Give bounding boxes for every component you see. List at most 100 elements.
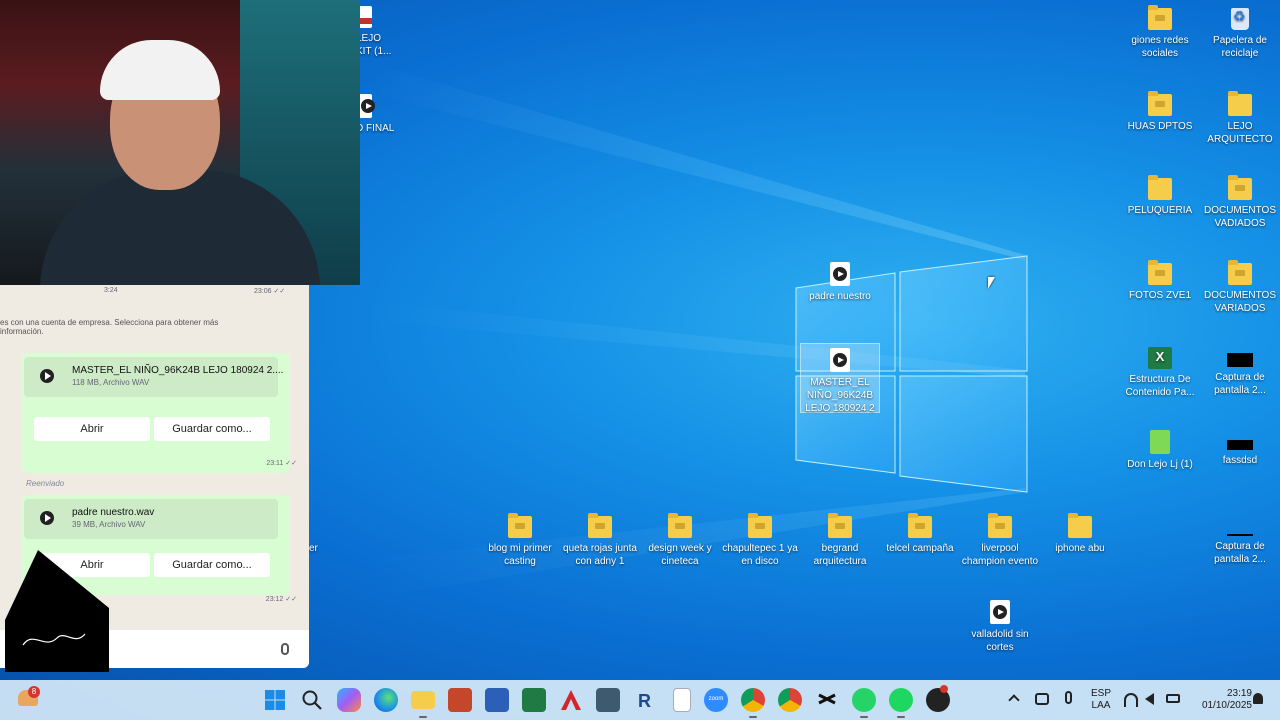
play-icon[interactable] xyxy=(40,369,54,383)
open-file-button[interactable]: Abrir xyxy=(34,417,150,441)
volume-icon[interactable] xyxy=(1145,693,1154,705)
windows-start-icon[interactable] xyxy=(263,688,287,712)
chrome-icon[interactable] xyxy=(741,688,765,712)
desktop-folder-design-week[interactable]: design week y cineteca xyxy=(640,513,720,568)
webcam-person-cap xyxy=(100,40,220,100)
clock-time: 23:19 xyxy=(1226,688,1252,699)
svg-text:R: R xyxy=(638,691,651,711)
audio-file-card[interactable]: padre nuestro.wav 39 MB, Archivo WAV xyxy=(24,499,278,539)
network-offline-icon[interactable] xyxy=(1035,693,1049,705)
play-icon[interactable] xyxy=(40,511,54,525)
desktop-file-padre-nuestro[interactable]: padre nuestro xyxy=(800,262,880,303)
desktop-folder-documentos-variados[interactable]: DOCUMENTOS VARIADOS xyxy=(1200,260,1280,315)
desktop-folder-telcel[interactable]: telcel campaña xyxy=(880,513,960,555)
active-app-indicator xyxy=(860,716,868,718)
message-bubble-file: MASTER_EL NIÑO_96K24B LEJO 180924 2.... … xyxy=(22,353,290,473)
language-code: ESP xyxy=(1090,688,1111,699)
message-time: 23:12 ✓✓ xyxy=(265,596,297,603)
desktop-folder-giones[interactable]: giones redes sociales xyxy=(1120,5,1200,60)
save-as-button[interactable]: Guardar como... xyxy=(154,417,270,441)
screenshot-file-icon xyxy=(1227,534,1253,536)
folder-icon xyxy=(1148,260,1172,285)
desktop-icon-label: HUAS DPTOS xyxy=(1127,121,1193,132)
desktop-folder-documentos-vadiados[interactable]: DOCUMENTOS VADIADOS xyxy=(1200,175,1280,230)
spotify-icon[interactable] xyxy=(889,688,913,712)
folder-icon xyxy=(828,513,852,538)
desktop-icon-label: DOCUMENTOS VADIADOS xyxy=(1203,205,1277,229)
desktop-file-captura-2[interactable]: Captura de pantalla 2... xyxy=(1200,524,1280,566)
file-explorer-icon[interactable] xyxy=(411,691,435,709)
notepad-icon[interactable] xyxy=(673,688,691,712)
audio-file-card[interactable]: MASTER_EL NIÑO_96K24B LEJO 180924 2.... … xyxy=(24,357,283,397)
capcut-icon[interactable] xyxy=(815,688,839,712)
desktop-file-master-el-nino[interactable]: MASTER_EL NIÑO_96K24B LEJO 180924 2 xyxy=(800,343,880,414)
desktop-folder-iphone-abu[interactable]: iphone abu xyxy=(1040,513,1120,555)
message-time: 23:11 ✓✓ xyxy=(266,460,297,467)
microphone-tray-icon[interactable] xyxy=(1065,691,1072,704)
screenshot-file-icon xyxy=(1227,440,1253,450)
folder-icon xyxy=(748,513,772,538)
microphone-icon[interactable] xyxy=(281,643,289,655)
desktop-folder-lejo-arquitecto[interactable]: LEJO ARQUITECTO xyxy=(1200,91,1280,146)
folder-icon xyxy=(1148,91,1172,116)
whatsapp-icon[interactable] xyxy=(852,688,876,712)
chrome-profile-icon[interactable] xyxy=(778,688,802,712)
desktop-recycle-bin[interactable]: Papelera de reciclaje xyxy=(1200,8,1280,60)
desktop-icon-label: design week y cineteca xyxy=(648,543,712,567)
zoom-label: zoom xyxy=(708,696,724,702)
clock[interactable]: 23:19 01/10/2025 xyxy=(1186,688,1252,712)
folder-icon xyxy=(1228,175,1252,200)
clock-date: 01/10/2025 xyxy=(1201,700,1252,711)
language-indicator[interactable]: ESP LAA xyxy=(1087,688,1115,712)
desktop-folder-begrand[interactable]: begrand arquitectura xyxy=(800,513,880,568)
desktop-folder-blog[interactable]: blog mi primer casting xyxy=(480,513,560,568)
notification-badge: 8 xyxy=(28,686,40,698)
excel-icon[interactable] xyxy=(522,688,546,712)
wifi-icon[interactable] xyxy=(1124,693,1138,707)
desktop-folder-queta[interactable]: queta rojas junta con adny 1 xyxy=(560,513,640,568)
folder-icon xyxy=(1228,91,1252,116)
desktop-file-estructura[interactable]: Estructura De Contenido Pa... xyxy=(1120,347,1200,399)
file-meta: 118 MB, Archivo WAV xyxy=(72,378,150,387)
sketchup-icon[interactable] xyxy=(596,688,620,712)
excel-file-icon xyxy=(1148,347,1172,369)
desktop-folder-liverpool[interactable]: liverpool champion evento xyxy=(960,513,1040,568)
desktop-icon-label: LEJO KIT (1... xyxy=(356,33,392,57)
revit-icon[interactable]: R xyxy=(633,688,657,712)
desktop-file-captura-1[interactable]: Captura de pantalla 2... xyxy=(1200,347,1280,397)
desktop-folder-huas[interactable]: HUAS DPTOS xyxy=(1120,91,1200,133)
battery-icon[interactable] xyxy=(1166,694,1180,703)
folder-icon xyxy=(1148,5,1172,30)
desktop-file-fassdsd[interactable]: fassdsd xyxy=(1200,434,1280,467)
autocad-icon[interactable] xyxy=(559,688,583,712)
desktop-icon-label: Papelera de reciclaje xyxy=(1213,35,1267,59)
desktop-icon-partial-pdf[interactable]: LEJO KIT (1... xyxy=(356,6,396,58)
chevron-up-icon[interactable] xyxy=(1008,694,1020,706)
screenshot-file-icon xyxy=(1227,353,1253,367)
business-account-notice[interactable]: es con una cuenta de empresa. Selecciona… xyxy=(0,318,260,336)
powerpoint-icon[interactable] xyxy=(448,688,472,712)
desktop-folder-chapultepec[interactable]: chapultepec 1 ya en disco xyxy=(720,513,800,568)
desktop-file-don-lejo[interactable]: Don Lejo Lj (1) xyxy=(1120,430,1200,471)
recycle-bin-icon xyxy=(1231,8,1249,30)
notifications-bell-icon[interactable] xyxy=(1253,693,1263,704)
message-time: 23:06 ✓✓ xyxy=(254,288,286,295)
desktop-file-valladolid[interactable]: valladolid sin cortes xyxy=(960,600,1040,654)
desktop-icon-label: PELUQUERIA xyxy=(1127,205,1193,216)
desktop-label-fragment: er xyxy=(309,543,318,554)
word-icon[interactable] xyxy=(485,688,509,712)
desktop-folder-peluqueria[interactable]: PELUQUERIA xyxy=(1120,175,1200,217)
save-as-button[interactable]: Guardar como... xyxy=(154,553,270,577)
copilot-icon[interactable] xyxy=(337,688,361,712)
pdf-file-icon xyxy=(358,6,372,28)
desktop-icon-partial-final[interactable]: D FINAL xyxy=(356,94,406,135)
edge-icon[interactable] xyxy=(374,688,398,712)
search-icon[interactable] xyxy=(300,688,324,712)
active-app-indicator xyxy=(749,716,757,718)
desktop-icon-label: DOCUMENTOS VARIADOS xyxy=(1203,290,1277,314)
file-meta: 39 MB, Archivo WAV xyxy=(72,520,146,529)
desktop-icon-label: queta rojas junta con adny 1 xyxy=(563,543,637,567)
desktop-folder-fotos-zve1[interactable]: FOTOS ZVE1 xyxy=(1120,260,1200,302)
folder-icon xyxy=(1068,513,1092,538)
zoom-icon[interactable]: zoom xyxy=(704,688,728,712)
